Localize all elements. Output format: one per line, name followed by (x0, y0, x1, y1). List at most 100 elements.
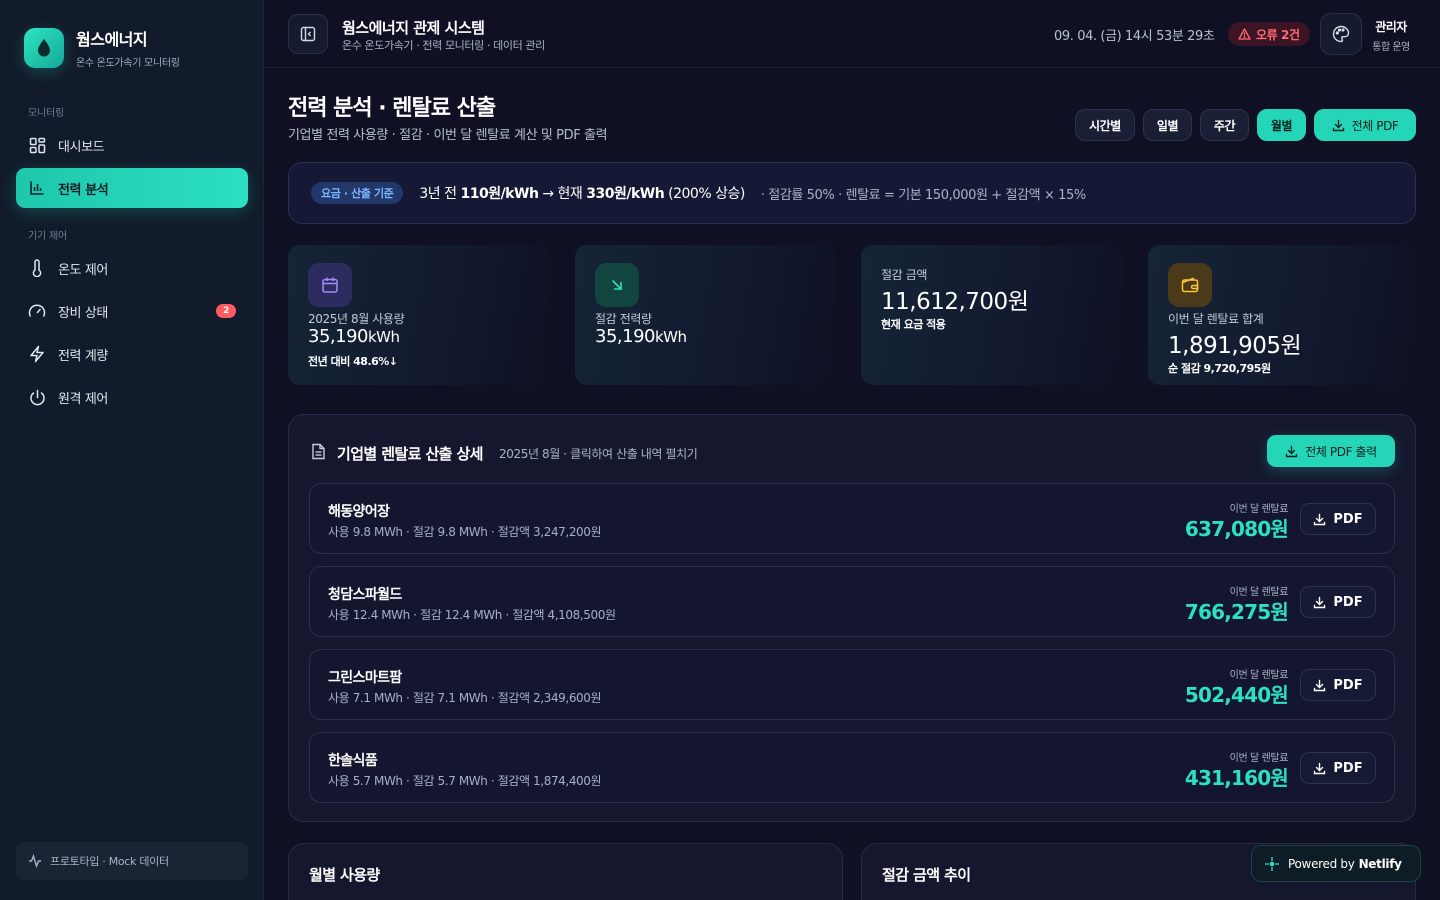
monthly-usage-title: 월별 사용량 (309, 866, 380, 884)
stat-label: 절감 전력량 (595, 312, 652, 326)
download-icon (1285, 445, 1298, 458)
download-icon (1332, 119, 1345, 132)
bar-chart-icon (28, 179, 46, 197)
sidebar-item-temperature[interactable]: 온도 제어 (16, 248, 248, 288)
sidebar-item-power-meter[interactable]: 전력 계량 (16, 334, 248, 374)
company-pdf-button[interactable]: PDF (1300, 586, 1376, 618)
sidebar-item-remote[interactable]: 원격 제어 (16, 377, 248, 417)
netlify-icon (1264, 856, 1280, 872)
company-row[interactable]: 그린스마트팜 사용 7.1 MWh · 절감 7.1 MWh · 절감액 2,3… (309, 649, 1395, 720)
sidebar-item-dashboard[interactable]: 대시보드 (16, 125, 248, 165)
rental-amount: 502,440원 (1184, 683, 1289, 707)
export-all-pdf-print-label: 전체 PDF 출력 (1305, 444, 1377, 459)
arrow-down-right-icon (595, 263, 639, 307)
header-subtitle: 온수 온도가속기 · 전력 모니터링 · 데이터 관리 (342, 39, 545, 52)
stat-note: 현재 요금 적용 (881, 318, 946, 331)
sidebar-item-label: 전력 분석 (58, 182, 109, 198)
sidebar: 웜스에너지 온수 온도가속기 모니터링 모니터링 대시보드 전력 분석 기기 제… (0, 0, 264, 900)
nav-section-monitoring: 모니터링 (28, 108, 64, 119)
new-rate: 330원/kWh (586, 186, 665, 202)
company-detail: 사용 12.4 MWh · 절감 12.4 MWh · 절감액 4,108,50… (328, 608, 616, 622)
download-icon (1313, 596, 1326, 609)
company-pdf-button[interactable]: PDF (1300, 669, 1376, 701)
company-name: 한솔식품 (328, 753, 378, 769)
error-badge-label: 오류 2건 (1256, 27, 1300, 42)
alert-count-badge: 2 (216, 304, 236, 318)
bolt-icon (28, 345, 46, 363)
page-title: 전력 분석 · 렌탈료 산출 (288, 96, 496, 121)
rental-amount: 766,275원 (1184, 600, 1289, 624)
monthly-usage-card: 월별 사용량 (288, 843, 843, 900)
stat-label: 2025년 8월 사용량 (308, 312, 405, 326)
sidebar-item-equipment[interactable]: 장비 상태 2 (16, 291, 248, 331)
error-badge[interactable]: 오류 2건 (1228, 22, 1310, 46)
savings-trend-title: 절감 금액 추이 (882, 866, 971, 884)
panel-title: 기업별 렌탈료 산출 상세 (337, 445, 483, 463)
export-all-pdf-label: 전체 PDF (1351, 118, 1399, 133)
stat-card-usage: 2025년 8월 사용량 35,190kWh 전년 대비 48.6%↓ (288, 245, 550, 385)
prototype-label: 프로토타입 · Mock 데이터 (50, 855, 169, 868)
user-name: 관리자 (1375, 20, 1407, 34)
export-all-pdf-print-button[interactable]: 전체 PDF 출력 (1267, 435, 1395, 467)
period-tab-daily[interactable]: 일별 (1143, 109, 1192, 141)
period-tab-hourly[interactable]: 시간별 (1075, 109, 1135, 141)
company-detail: 사용 7.1 MWh · 절감 7.1 MWh · 절감액 2,349,600원 (328, 691, 602, 705)
sidebar-item-label: 전력 계량 (58, 348, 108, 364)
stat-note: 순 절감 9,720,795원 (1168, 362, 1271, 375)
stat-card-saved-power: 절감 전력량 35,190kWh (575, 245, 837, 385)
netlify-prefix: Powered by (1288, 856, 1355, 871)
rental-amount: 637,080원 (1184, 517, 1289, 541)
export-all-pdf-button[interactable]: 전체 PDF (1314, 109, 1416, 141)
company-pdf-label: PDF (1333, 760, 1363, 776)
power-icon (28, 388, 46, 406)
period-tab-monthly[interactable]: 월별 (1257, 109, 1306, 141)
prototype-notice: 프로토타입 · Mock 데이터 (16, 842, 248, 880)
theme-button[interactable] (1320, 13, 1362, 55)
gauge-icon (28, 302, 46, 320)
water-drop-icon (24, 27, 64, 68)
page-subtitle: 기업별 전력 사용량 · 절감 · 이번 달 렌탈료 계산 및 PDF 출력 (288, 128, 608, 143)
stat-value: 11,612,700원 (881, 289, 1029, 315)
stat-value: 35,190kWh (308, 326, 400, 347)
wallet-icon (1168, 263, 1212, 307)
brand-title: 웜스에너지 (76, 30, 148, 49)
user-role: 통합 운영 (1372, 42, 1410, 53)
company-row[interactable]: 청담스파월드 사용 12.4 MWh · 절감 12.4 MWh · 절감액 4… (309, 566, 1395, 637)
period-tab-weekly[interactable]: 주간 (1200, 109, 1249, 141)
sidebar-toggle-button[interactable] (288, 14, 328, 54)
netlify-badge[interactable]: Powered by Netlify (1251, 845, 1421, 882)
stat-value: 35,190kWh (595, 326, 687, 347)
sidebar-item-power-analysis[interactable]: 전력 분석 (16, 168, 248, 208)
company-name: 그린스마트팜 (328, 670, 402, 686)
nav-section-device: 기기 제어 (28, 231, 67, 242)
rate-basis-banner: 요금 · 산출 기준 3년 전 110원/kWh → 현재 330원/kWh (… (288, 162, 1416, 224)
company-pdf-button[interactable]: PDF (1300, 503, 1376, 535)
company-name: 해동양어장 (328, 504, 390, 520)
user-menu[interactable]: 관리자 통합 운영 (1370, 18, 1412, 53)
brand-subtitle: 온수 온도가속기 모니터링 (76, 58, 180, 69)
company-pdf-button[interactable]: PDF (1300, 752, 1376, 784)
thermometer-icon (28, 259, 46, 277)
netlify-brand: Netlify (1358, 856, 1402, 871)
sidebar-item-label: 온도 제어 (58, 262, 108, 278)
rate-change-text: 3년 전 110원/kWh → 현재 330원/kWh (200% 상승) (419, 186, 745, 202)
company-name: 청담스파월드 (328, 587, 402, 603)
header-title: 웜스에너지 관제 시스템 (342, 19, 485, 37)
palette-icon (1332, 25, 1350, 43)
stat-note: 전년 대비 48.6%↓ (308, 355, 398, 368)
brand[interactable]: 웜스에너지 온수 온도가속기 모니터링 (24, 26, 180, 69)
stat-card-rental-total: 이번 달 렌탈료 합계 1,891,905원 순 절감 9,720,795원 (1148, 245, 1416, 385)
company-row[interactable]: 해동양어장 사용 9.8 MWh · 절감 9.8 MWh · 절감액 3,24… (309, 483, 1395, 554)
download-icon (1313, 762, 1326, 775)
calendar-icon (308, 263, 352, 307)
top-header: 웜스에너지 관제 시스템 온수 온도가속기 · 전력 모니터링 · 데이터 관리… (264, 0, 1440, 68)
sidebar-collapse-icon (300, 26, 316, 42)
company-detail: 사용 5.7 MWh · 절감 5.7 MWh · 절감액 1,874,400원 (328, 774, 602, 788)
company-pdf-label: PDF (1333, 677, 1363, 693)
grid-icon (28, 136, 46, 154)
warning-icon (1238, 28, 1251, 40)
download-icon (1313, 679, 1326, 692)
company-row[interactable]: 한솔식품 사용 5.7 MWh · 절감 5.7 MWh · 절감액 1,874… (309, 732, 1395, 803)
sidebar-item-label: 원격 제어 (58, 391, 108, 407)
company-pdf-label: PDF (1333, 511, 1363, 527)
